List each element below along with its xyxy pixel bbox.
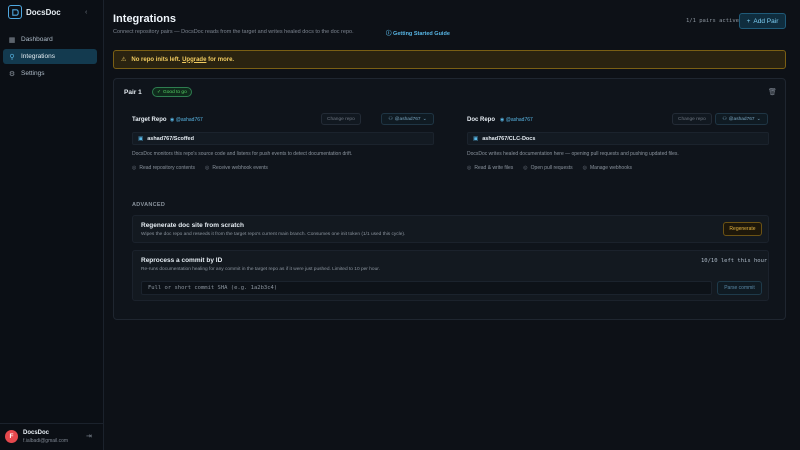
guide-link-label: Getting Started Guide [393, 31, 450, 37]
chevron-down-icon: ⌄ [756, 116, 761, 122]
target-repo-label: Target Repo [132, 117, 167, 123]
target-repo-owner[interactable]: ◉ @ashad767 [170, 117, 203, 123]
repo-icon: ▣ [138, 135, 144, 142]
pull-request-icon: ◎ [523, 165, 528, 171]
doc-repo-panel: Doc Repo ◉ @ashad767 Change repo ⚇ @asha… [467, 113, 769, 171]
eye-icon: ◎ [132, 165, 137, 171]
grid-icon: ▦ [8, 36, 16, 44]
add-pair-label: Add Pair [753, 17, 779, 25]
webhook-icon: ◎ [204, 165, 210, 171]
target-repo-panel: Target Repo ◉ @ashad767 Change repo ⚇ @a… [132, 113, 434, 171]
pairs-active-count: 1/1 pairs active [686, 18, 739, 24]
warning-icon: ⚠ [121, 57, 127, 63]
user-icon: ⚇ [722, 116, 727, 122]
pair-title: Pair 1 [124, 89, 142, 96]
edit-icon: ◎ [467, 165, 472, 171]
plus-icon: + [746, 17, 751, 25]
user-email: f.ialbadi@gmail.com [23, 438, 69, 444]
sidebar-item-label: Integrations [21, 53, 55, 60]
warning-suffix: for more. [208, 56, 235, 63]
warning-text: No repo inits left. [131, 56, 181, 63]
change-doc-repo-button[interactable]: Change repo [672, 113, 712, 125]
target-repo-name: ▣ ashad767/Scoffed [132, 132, 434, 145]
parse-commit-button[interactable]: Parse commit [717, 281, 762, 295]
logout-icon[interactable]: ⇥ [86, 432, 92, 440]
repo-icon: ▣ [473, 135, 479, 142]
sidebar-item-label: Dashboard [21, 36, 53, 43]
info-icon: ⓘ [386, 31, 392, 37]
sidebar-item-integrations[interactable]: ⚲ Integrations [3, 49, 97, 64]
page-subtitle: Connect repository pairs — DocsDoc reads… [113, 29, 354, 35]
target-repo-description: DocsDoc monitors this repo's source code… [132, 151, 353, 157]
github-icon: ◉ [170, 117, 175, 123]
permission-item: ◎ Open pull requests [523, 165, 573, 171]
regenerate-section: Regenerate doc site from scratch Wipes t… [132, 215, 769, 243]
trash-icon[interactable]: 🗑 [768, 88, 777, 96]
user-icon: ⚇ [388, 116, 393, 122]
target-permissions: ◎ Read repository contents ◎ Receive web… [132, 165, 434, 171]
chevron-down-icon: ⌄ [422, 116, 427, 122]
pair-card: Pair 1 ✓ Good to go 🗑 Target Repo ◉ @ash… [113, 78, 786, 320]
doc-repo-owner[interactable]: ◉ @ashad767 [500, 117, 533, 123]
page-title: Integrations [113, 13, 176, 25]
sidebar-nav: ▦ Dashboard ⚲ Integrations ⚙ Settings [3, 32, 97, 83]
repo-init-warning: ⚠ No repo inits left. Upgrade for more. [113, 50, 786, 69]
doc-repo-name: ▣ ashad767/CLC-Docs [467, 132, 769, 145]
regenerate-description: Wipes the doc repo and reseeds it from t… [141, 232, 406, 237]
docsdoc-logo-icon [8, 5, 22, 19]
collapse-sidebar-icon[interactable]: ‹ [85, 9, 87, 16]
target-account-dropdown[interactable]: ⚇ @ashad767 ⌄ [381, 113, 434, 125]
brand[interactable]: DocsDoc [8, 5, 61, 19]
doc-repo-description: DocsDoc writes healed documentation here… [467, 151, 679, 157]
upgrade-link[interactable]: Upgrade [182, 57, 206, 63]
reprocess-section: Reprocess a commit by ID 10/10 left this… [132, 250, 769, 301]
user-panel: F DocsDoc f.ialbadi@gmail.com ⇥ [0, 423, 104, 450]
doc-account-dropdown[interactable]: ⚇ @ashad767 ⌄ [715, 113, 768, 125]
advanced-section-label: ADVANCED [132, 202, 166, 208]
sidebar: DocsDoc ‹ ▦ Dashboard ⚲ Integrations ⚙ S… [0, 0, 104, 450]
status-badge: ✓ Good to go [152, 87, 192, 97]
permission-item: ◎ Receive webhook events [204, 165, 268, 171]
permission-item: ◎ Manage webhooks [582, 165, 632, 171]
doc-repo-label: Doc Repo [467, 117, 496, 123]
avatar[interactable]: F [5, 430, 18, 443]
reprocess-description: Re-runs documentation healing for any co… [141, 267, 380, 272]
change-target-repo-button[interactable]: Change repo [321, 113, 361, 125]
add-pair-button[interactable]: + Add Pair [739, 13, 786, 29]
check-icon: ✓ [157, 89, 162, 95]
user-name: DocsDoc [23, 430, 50, 436]
permission-item: ◎ Read & write files [467, 165, 514, 171]
permission-item: ◎ Read repository contents [132, 165, 195, 171]
github-icon: ◉ [500, 117, 505, 123]
plug-icon: ⚲ [9, 53, 15, 61]
regenerate-title: Regenerate doc site from scratch [141, 222, 244, 229]
brand-name: DocsDoc [26, 7, 61, 17]
gear-icon: ⚙ [8, 70, 16, 78]
reprocess-remaining-count: 10/10 left this hour [701, 258, 768, 264]
getting-started-guide-link[interactable]: ⓘ Getting Started Guide [386, 29, 450, 37]
status-badge-label: Good to go [163, 89, 187, 95]
sidebar-item-dashboard[interactable]: ▦ Dashboard [3, 32, 97, 47]
commit-sha-input[interactable] [141, 281, 712, 295]
regenerate-button[interactable]: Regenerate [723, 222, 762, 236]
sidebar-item-settings[interactable]: ⚙ Settings [3, 66, 97, 81]
sidebar-item-label: Settings [21, 70, 45, 77]
reprocess-title: Reprocess a commit by ID [141, 257, 223, 264]
doc-permissions: ◎ Read & write files ◎ Open pull request… [467, 165, 769, 171]
webhook-icon: ◎ [582, 165, 588, 171]
